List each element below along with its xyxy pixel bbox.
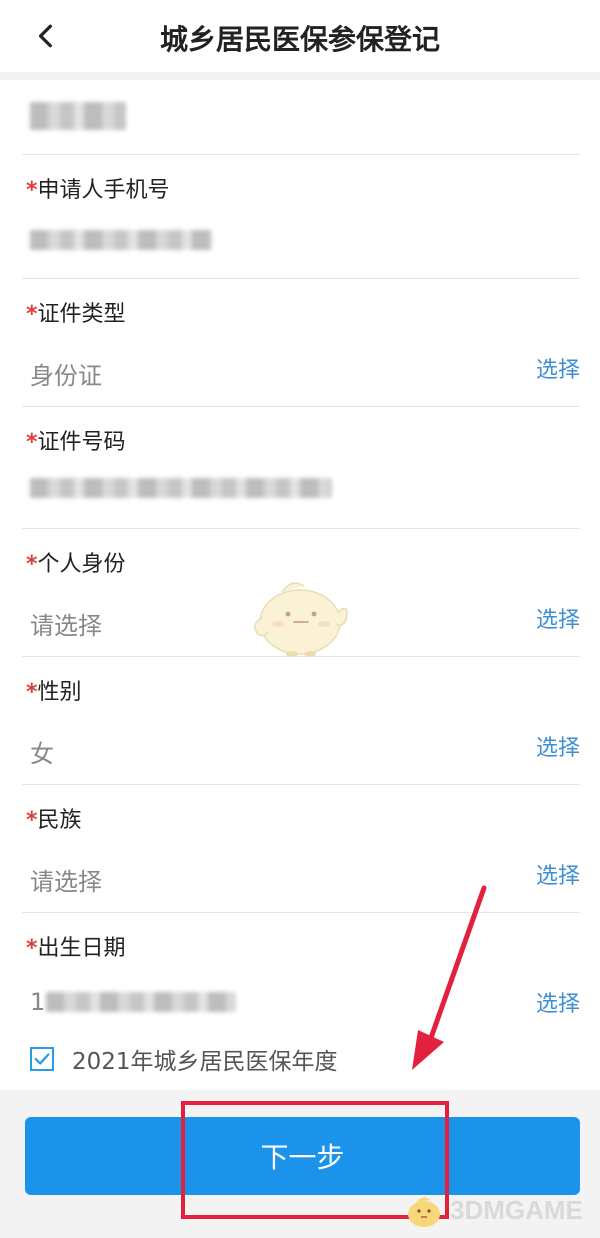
field-label: *个人身份 [26,546,126,578]
field-label-text: 民族 [37,808,82,833]
blurred-value [30,102,126,130]
form-row-gender[interactable]: *性别 女 选择 [22,656,580,785]
form-row-identity[interactable]: *个人身份 请选择 选择 [22,528,580,657]
required-mark: * [26,302,38,327]
field-label-text: 证件类型 [37,302,126,327]
field-label-text: 个人身份 [37,552,126,577]
required-mark: * [26,680,38,705]
check-icon [34,1053,50,1065]
app-header: 城乡居民医保参保登记 [0,0,600,73]
year-checkbox-label: 2021年城乡居民医保年度 [72,1049,338,1075]
year-checkbox-row[interactable]: 2021年城乡居民医保年度 [30,1042,338,1076]
year-checkbox[interactable] [30,1047,54,1071]
required-mark: * [26,430,38,455]
field-value: 身份证 [30,362,102,390]
form-row-birthdate[interactable]: *出生日期 1 选择 [22,912,580,1030]
field-label: *证件号码 [26,424,126,456]
field-label: *出生日期 [26,930,126,962]
select-link[interactable]: 选择 [536,352,580,384]
form-row-ethnicity[interactable]: *民族 请选择 选择 [22,784,580,913]
field-label: *性别 [26,674,82,706]
blurred-value [30,230,212,250]
watermark-chick-icon [408,1197,440,1227]
blurred-value [46,992,236,1012]
field-value: 请选择 [30,612,102,640]
next-step-button[interactable]: 下一步 [25,1117,580,1195]
field-value: 1 [30,988,46,1016]
field-label-text: 出生日期 [37,936,126,961]
required-mark: * [26,178,38,203]
select-link[interactable]: 选择 [536,602,580,634]
form-row-id-type[interactable]: *证件类型 身份证 选择 [22,278,580,407]
blurred-value [30,478,332,498]
required-mark: * [26,808,38,833]
form-row-name[interactable] [22,80,580,155]
form-row-phone[interactable]: *申请人手机号 [22,154,580,279]
select-link[interactable]: 选择 [536,986,580,1018]
field-label-text: 申请人手机号 [37,178,170,203]
field-label-text: 证件号码 [37,430,126,455]
field-label-text: 性别 [37,680,82,705]
field-label: *申请人手机号 [26,172,170,204]
field-label: *民族 [26,802,82,834]
select-link[interactable]: 选择 [536,730,580,762]
watermark-text: 3DMGAME [450,1194,583,1225]
next-step-label: 下一步 [260,1141,345,1174]
field-label: *证件类型 [26,296,126,328]
site-watermark: 3DMGAME [402,1188,583,1232]
field-value: 请选择 [30,868,102,896]
required-mark: * [26,936,38,961]
select-link[interactable]: 选择 [536,858,580,890]
header-divider [0,72,600,80]
field-value: 女 [30,740,54,768]
required-mark: * [26,552,38,577]
form-row-id-number[interactable]: *证件号码 [22,406,580,529]
page-title: 城乡居民医保参保登记 [159,23,440,56]
